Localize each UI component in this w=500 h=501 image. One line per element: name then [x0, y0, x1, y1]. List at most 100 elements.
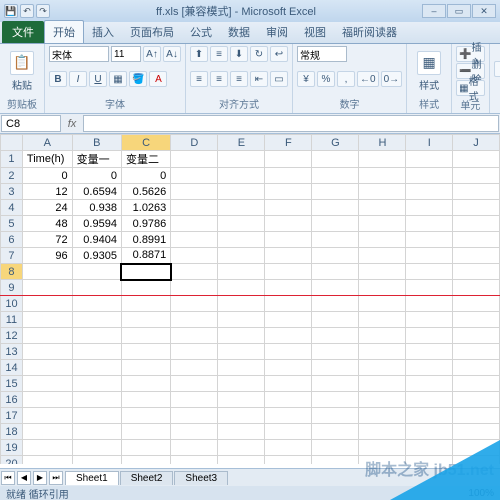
cell-D10[interactable] [171, 296, 218, 312]
row-header-6[interactable]: 6 [1, 232, 23, 248]
col-header-H[interactable]: H [359, 135, 406, 151]
fx-icon[interactable]: fx [62, 114, 82, 133]
align-center-button[interactable]: ≡ [210, 71, 228, 87]
percent-button[interactable]: % [317, 71, 335, 87]
sheet-nav-prev[interactable]: ◀ [17, 471, 31, 485]
cell-F10[interactable] [265, 296, 312, 312]
wrap-button[interactable]: ↩ [270, 46, 288, 62]
cell-C15[interactable] [121, 376, 170, 392]
align-bottom-button[interactable]: ⬇ [230, 46, 248, 62]
cell-A19[interactable] [22, 440, 72, 456]
col-header-G[interactable]: G [312, 135, 359, 151]
tab-foxit[interactable]: 福昕阅读器 [334, 21, 405, 43]
cell-A10[interactable] [22, 296, 72, 312]
underline-button[interactable]: U [89, 71, 107, 87]
cell-C12[interactable] [121, 328, 170, 344]
cell-H4[interactable] [359, 200, 406, 216]
cell-G7[interactable] [312, 248, 359, 264]
row-header-18[interactable]: 18 [1, 424, 23, 440]
cell-D4[interactable] [171, 200, 218, 216]
cell-F3[interactable] [265, 184, 312, 200]
cell-I14[interactable] [406, 360, 453, 376]
col-header-A[interactable]: A [22, 135, 72, 151]
cell-D17[interactable] [171, 408, 218, 424]
align-left-button[interactable]: ≡ [190, 71, 208, 87]
row-header-4[interactable]: 4 [1, 200, 23, 216]
cell-H13[interactable] [359, 344, 406, 360]
cell-A20[interactable] [22, 456, 72, 465]
cell-E8[interactable] [218, 264, 265, 280]
cell-C17[interactable] [121, 408, 170, 424]
number-format-select[interactable] [297, 46, 347, 62]
formula-input[interactable] [83, 115, 499, 132]
cell-F13[interactable] [265, 344, 312, 360]
row-header-17[interactable]: 17 [1, 408, 23, 424]
cell-D11[interactable] [171, 312, 218, 328]
cell-F18[interactable] [265, 424, 312, 440]
cell-F14[interactable] [265, 360, 312, 376]
cell-H3[interactable] [359, 184, 406, 200]
merge-button[interactable]: ▭ [270, 71, 288, 87]
cell-B15[interactable] [72, 376, 121, 392]
tab-home[interactable]: 开始 [44, 20, 84, 43]
cell-A18[interactable] [22, 424, 72, 440]
cell-A16[interactable] [22, 392, 72, 408]
tab-formula[interactable]: 公式 [182, 21, 220, 43]
cell-D3[interactable] [171, 184, 218, 200]
cell-G3[interactable] [312, 184, 359, 200]
maximize-button[interactable]: ▭ [447, 4, 471, 18]
cell-H16[interactable] [359, 392, 406, 408]
col-header-J[interactable]: J [453, 135, 500, 151]
row-header-11[interactable]: 11 [1, 312, 23, 328]
cell-B6[interactable]: 0.9404 [72, 232, 121, 248]
cell-G19[interactable] [312, 440, 359, 456]
cell-A13[interactable] [22, 344, 72, 360]
inc-decimal-button[interactable]: ←0 [357, 71, 379, 87]
cell-E3[interactable] [218, 184, 265, 200]
cell-C4[interactable]: 1.0263 [121, 200, 170, 216]
cell-G2[interactable] [312, 168, 359, 184]
cell-C3[interactable]: 0.5626 [121, 184, 170, 200]
cell-D18[interactable] [171, 424, 218, 440]
cell-D15[interactable] [171, 376, 218, 392]
cell-J15[interactable] [453, 376, 500, 392]
font-name-select[interactable] [49, 46, 109, 62]
cell-F6[interactable] [265, 232, 312, 248]
grow-font-button[interactable]: A↑ [143, 46, 161, 62]
name-box[interactable] [1, 115, 61, 132]
cell-B12[interactable] [72, 328, 121, 344]
cell-E4[interactable] [218, 200, 265, 216]
cell-I18[interactable] [406, 424, 453, 440]
cell-E19[interactable] [218, 440, 265, 456]
bold-button[interactable]: B [49, 71, 67, 87]
cell-E10[interactable] [218, 296, 265, 312]
cell-A8[interactable] [22, 264, 72, 280]
font-color-button[interactable]: A [149, 71, 167, 87]
tab-file[interactable]: 文件 [2, 21, 44, 43]
cell-B5[interactable]: 0.9594 [72, 216, 121, 232]
cell-B18[interactable] [72, 424, 121, 440]
cell-B8[interactable] [72, 264, 121, 280]
cell-D5[interactable] [171, 216, 218, 232]
cell-C18[interactable] [121, 424, 170, 440]
cell-H15[interactable] [359, 376, 406, 392]
cell-D19[interactable] [171, 440, 218, 456]
cell-C16[interactable] [121, 392, 170, 408]
cell-B3[interactable]: 0.6594 [72, 184, 121, 200]
cell-C13[interactable] [121, 344, 170, 360]
cell-A11[interactable] [22, 312, 72, 328]
cell-E13[interactable] [218, 344, 265, 360]
italic-button[interactable]: I [69, 71, 87, 87]
sheet-nav-next[interactable]: ▶ [33, 471, 47, 485]
cell-D1[interactable] [171, 151, 218, 168]
cell-H11[interactable] [359, 312, 406, 328]
cell-B2[interactable]: 0 [72, 168, 121, 184]
tab-insert[interactable]: 插入 [84, 21, 122, 43]
cell-B11[interactable] [72, 312, 121, 328]
cell-E5[interactable] [218, 216, 265, 232]
cell-A2[interactable]: 0 [22, 168, 72, 184]
cell-H1[interactable] [359, 151, 406, 168]
cell-J8[interactable] [453, 264, 500, 280]
cell-C7[interactable]: 0.8871 [121, 248, 170, 264]
tab-view[interactable]: 视图 [296, 21, 334, 43]
